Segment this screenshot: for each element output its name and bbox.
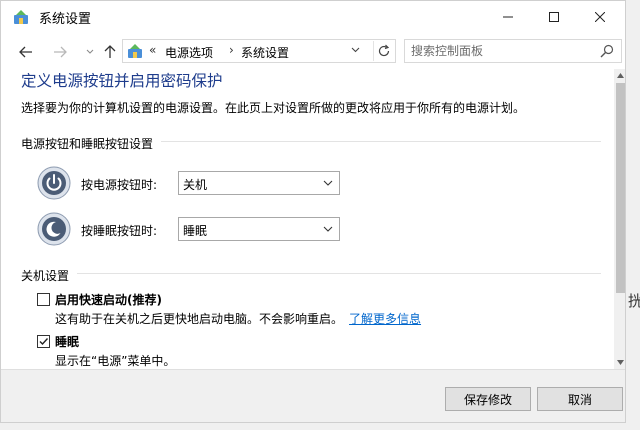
scroll-down-button[interactable]	[614, 356, 625, 369]
navigation-bar: « 电源选项 › 系统设置	[1, 35, 625, 69]
section-divider	[21, 273, 601, 274]
chevron-down-icon	[86, 49, 94, 54]
triangle-down-icon	[617, 360, 624, 365]
sleep-button-label: 按睡眠按钮时:	[81, 224, 158, 238]
vertical-scrollbar[interactable]	[614, 69, 625, 369]
background-strip	[0, 423, 640, 430]
maximize-button[interactable]	[531, 1, 577, 33]
search-icon[interactable]	[599, 43, 615, 59]
breadcrumb-separator[interactable]: ›	[229, 43, 234, 57]
address-bar[interactable]: « 电源选项 › 系统设置	[122, 39, 396, 63]
arrow-right-icon	[54, 46, 67, 58]
section-heading: 电源按钮和睡眠按钮设置	[21, 137, 162, 151]
power-button-icon	[37, 166, 71, 200]
chevron-down-icon	[351, 47, 360, 53]
search-input[interactable]	[411, 42, 591, 60]
maximize-icon	[549, 12, 559, 22]
chevron-down-icon	[323, 226, 333, 232]
chevron-down-icon	[323, 180, 333, 186]
title-bar[interactable]: 系统设置	[1, 1, 625, 33]
address-dropdown-button[interactable]	[351, 45, 363, 57]
arrow-up-icon	[104, 45, 116, 58]
arrow-left-icon	[19, 46, 32, 58]
search-box[interactable]	[404, 39, 622, 63]
fast-startup-description-text: 这有助于在关机之后更快地启动电脑。不会影响重启。	[55, 312, 344, 326]
forward-button[interactable]	[49, 41, 71, 63]
fast-startup-checkbox[interactable]	[37, 293, 50, 306]
close-button[interactable]	[577, 1, 623, 33]
power-button-label: 按电源按钮时:	[81, 178, 158, 192]
window-title: 系统设置	[39, 12, 92, 27]
scroll-up-button[interactable]	[614, 69, 625, 82]
recent-locations-button[interactable]	[79, 41, 101, 63]
triangle-up-icon	[617, 73, 624, 78]
learn-more-link[interactable]: 了解更多信息	[349, 312, 421, 326]
refresh-button[interactable]	[373, 41, 394, 61]
sleep-checkbox[interactable]	[37, 335, 50, 348]
minimize-icon	[503, 16, 513, 18]
settings-content: 定义电源按钮并启用密码保护 选择要为你的计算机设置的电源设置。在此页上对设置所做…	[1, 69, 613, 369]
background-window: 挄	[626, 0, 640, 430]
scrollbar-thumb[interactable]	[616, 83, 625, 293]
system-settings-window: 系统设置 « 电源选项 › 系统设置 搜索控制面板 定义电源按钮并启用密码保护 …	[0, 0, 626, 423]
fast-startup-label[interactable]: 启用快速启动(推荐)	[55, 291, 162, 308]
sleep-label[interactable]: 睡眠	[55, 333, 79, 350]
save-changes-button[interactable]: 保存修改	[445, 387, 531, 411]
control-panel-icon	[128, 44, 142, 58]
section-shutdown: 关机设置	[21, 265, 601, 283]
breadcrumb-system-settings[interactable]: 系统设置	[241, 44, 289, 61]
checkmark-icon	[39, 338, 49, 346]
breadcrumb-overflow[interactable]: «	[149, 43, 156, 57]
close-icon	[595, 12, 605, 22]
section-heading: 关机设置	[21, 269, 78, 283]
back-button[interactable]	[15, 41, 37, 63]
sleep-button-icon	[37, 212, 71, 246]
breadcrumb-power-options[interactable]: 电源选项	[165, 44, 213, 61]
dialog-footer: 保存修改 取消	[1, 369, 625, 422]
page-title: 定义电源按钮并启用密码保护	[21, 72, 223, 90]
sleep-button-action-select[interactable]: 睡眠	[178, 217, 340, 241]
background-text-fragment: 挄	[628, 292, 640, 310]
refresh-icon	[378, 44, 390, 57]
power-button-action-value: 关机	[183, 178, 208, 192]
power-button-action-select[interactable]: 关机	[178, 171, 340, 195]
minimize-button[interactable]	[485, 1, 531, 33]
cancel-button[interactable]: 取消	[537, 387, 623, 411]
sleep-description: 显示在“电源”菜单中。	[55, 354, 176, 368]
up-button[interactable]	[99, 41, 121, 63]
fast-startup-description: 这有助于在关机之后更快地启动电脑。不会影响重启。 了解更多信息	[55, 310, 421, 327]
sleep-button-action-value: 睡眠	[183, 224, 208, 238]
control-panel-icon	[14, 10, 28, 24]
page-description: 选择要为你的计算机设置的电源设置。在此页上对设置所做的更改将应用于你所有的电源计…	[21, 101, 526, 115]
section-power-buttons: 电源按钮和睡眠按钮设置	[21, 133, 601, 151]
